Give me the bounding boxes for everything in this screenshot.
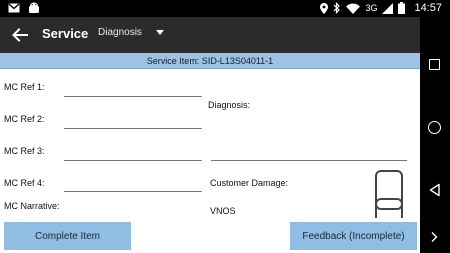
bluetooth-icon [334, 2, 341, 14]
navigation-bar [420, 17, 450, 253]
signal-icon [382, 2, 394, 14]
diagnosis-input[interactable] [211, 160, 407, 161]
bottom-actions: Complete Item Feedback (Incomplete) [0, 218, 420, 253]
dropdown-caret-icon [155, 30, 164, 35]
status-time: 14:57 [414, 2, 442, 14]
battery-icon [398, 2, 406, 14]
service-item-header: Service Item: SID-L13S04011-1 [0, 53, 420, 69]
mc-ref-1-input[interactable] [64, 96, 202, 97]
back-triangle-icon[interactable] [428, 183, 442, 197]
mc-narrative-label: MC Narrative: [4, 201, 60, 211]
wifi-icon [346, 3, 361, 14]
mc-ref-3-input[interactable] [64, 160, 202, 161]
page-title: Service [42, 26, 89, 41]
service-form: MC Ref 1: MC Ref 2: MC Ref 3: MC Ref 4: … [0, 70, 420, 218]
mc-ref-2-input[interactable] [64, 128, 202, 129]
android-icon [29, 2, 39, 13]
customer-damage-label: Customer Damage: [210, 178, 289, 188]
status-right-icons: 3G 14:57 [320, 2, 442, 14]
dropdown-value: Diagnosis [98, 27, 142, 38]
recent-apps-icon[interactable] [429, 59, 440, 70]
vnos-label: VNOS [210, 206, 236, 216]
mc-ref-4-label: MC Ref 4: [4, 178, 45, 188]
status-bar: 3G 14:57 [0, 0, 450, 17]
status-left-icons [8, 2, 40, 14]
feedback-button[interactable]: Feedback (Incomplete) [290, 222, 417, 250]
section-dropdown[interactable]: Diagnosis [98, 27, 164, 38]
complete-item-button[interactable]: Complete Item [4, 222, 131, 250]
mc-ref-1-label: MC Ref 1: [4, 82, 45, 92]
diagnosis-label: Diagnosis: [208, 100, 251, 110]
mail-icon [8, 3, 20, 13]
mc-ref-2-label: MC Ref 2: [4, 114, 45, 124]
network-type: 3G [365, 3, 378, 13]
back-arrow-icon[interactable] [10, 25, 30, 45]
mc-ref-3-label: MC Ref 3: [4, 146, 45, 156]
app-bar: Service Diagnosis [0, 17, 420, 53]
home-icon[interactable] [428, 121, 441, 134]
location-icon [320, 2, 329, 14]
chevron-right-icon[interactable] [429, 231, 439, 243]
mc-ref-4-input[interactable] [64, 191, 202, 192]
vnos-checkbox[interactable] [375, 198, 403, 218]
